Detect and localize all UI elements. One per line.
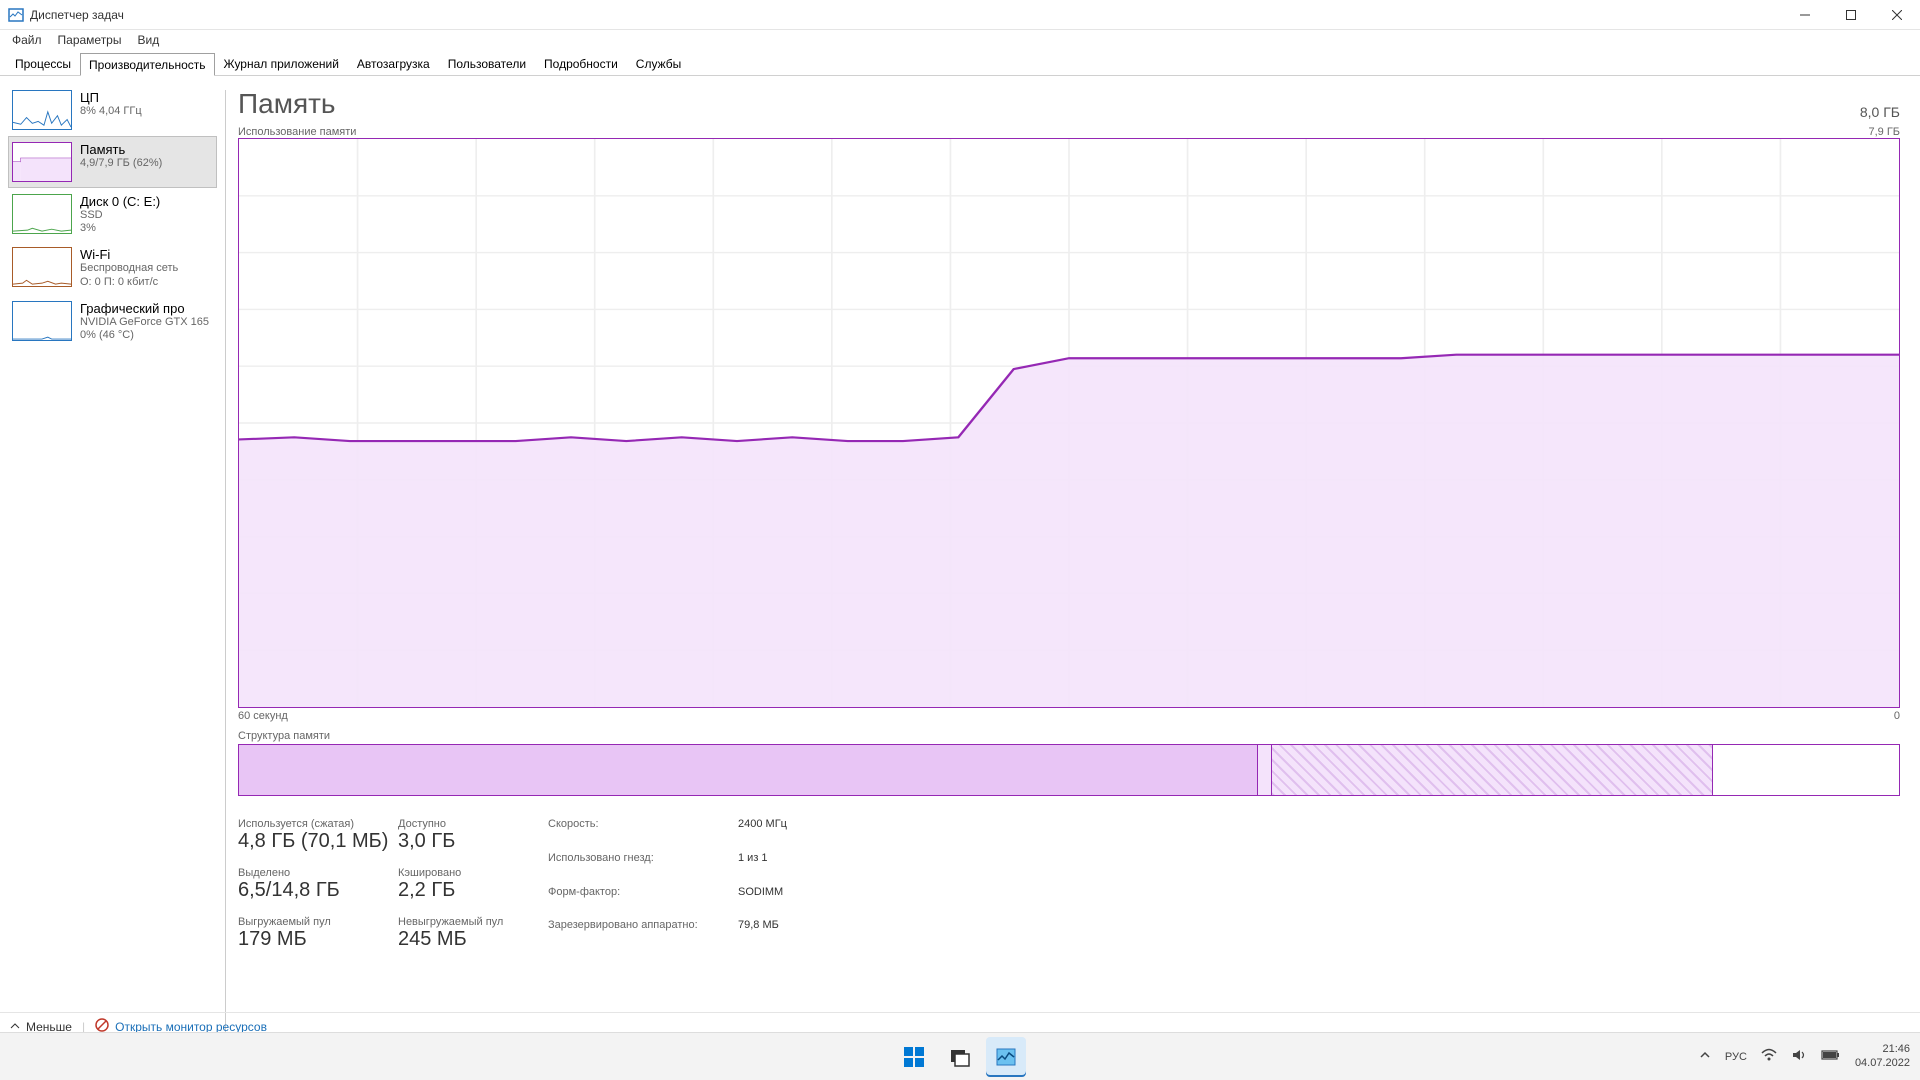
sidebar-item-gpu[interactable]: Графический про NVIDIA GeForce GTX 165 0… xyxy=(8,295,217,348)
stat-in-use-label: Используется (сжатая) xyxy=(238,818,398,830)
chart-top-right-label: 7,9 ГБ xyxy=(1868,126,1900,138)
language-indicator[interactable]: РУС xyxy=(1725,1051,1747,1063)
stat-reserved-label: Зарезервировано аппаратно: xyxy=(548,919,738,951)
menu-file[interactable]: Файл xyxy=(4,30,50,52)
clock[interactable]: 21:46 04.07.2022 xyxy=(1855,1043,1910,1069)
stat-in-use: 4,8 ГБ (70,1 МБ) xyxy=(238,830,398,853)
stat-speed: 2400 МГц xyxy=(738,818,818,850)
content: ЦП 8% 4,04 ГГц Память 4,9/7,9 ГБ (62%) Д… xyxy=(0,76,1920,1056)
chart-bottom-right-label: 0 xyxy=(1894,710,1900,722)
disk-thumbnail xyxy=(12,194,72,234)
main-panel: Память 8,0 ГБ Использование памяти 7,9 Г… xyxy=(226,76,1920,1056)
wifi-icon[interactable] xyxy=(1761,1047,1777,1066)
close-button[interactable] xyxy=(1874,0,1920,30)
chart-bottom-left-label: 60 секунд xyxy=(238,710,288,722)
tab-users[interactable]: Пользователи xyxy=(439,52,535,75)
gpu-sub1: NVIDIA GeForce GTX 165 xyxy=(80,316,209,329)
tab-performance[interactable]: Производительность xyxy=(80,53,214,76)
stat-cached: 2,2 ГБ xyxy=(398,879,528,902)
tab-details[interactable]: Подробности xyxy=(535,52,627,75)
stat-paged-label: Выгружаемый пул xyxy=(238,916,398,928)
gpu-label: Графический про xyxy=(80,301,209,316)
sidebar-item-wifi[interactable]: Wi-Fi Беспроводная сеть О: 0 П: 0 кбит/с xyxy=(8,241,217,294)
cpu-label: ЦП xyxy=(80,90,142,105)
time: 21:46 xyxy=(1855,1043,1910,1056)
minimize-button[interactable] xyxy=(1782,0,1828,30)
composition-label: Структура памяти xyxy=(238,730,1900,742)
menu-options[interactable]: Параметры xyxy=(50,30,130,52)
disk-sub1: SSD xyxy=(80,209,160,222)
disk-label: Диск 0 (C: E:) xyxy=(80,194,160,209)
wifi-thumbnail xyxy=(12,247,72,287)
composition-segment xyxy=(1258,745,1271,795)
stat-available-label: Доступно xyxy=(398,818,528,830)
tab-processes[interactable]: Процессы xyxy=(6,52,80,75)
maximize-button[interactable] xyxy=(1828,0,1874,30)
stat-paged: 179 МБ xyxy=(238,928,398,951)
titlebar: Диспетчер задач xyxy=(0,0,1920,30)
stat-nonpaged-label: Невыгружаемый пул xyxy=(398,916,528,928)
stat-reserved: 79,8 МБ xyxy=(738,919,818,951)
wifi-sub2: О: 0 П: 0 кбит/с xyxy=(80,276,178,289)
stat-speed-label: Скорость: xyxy=(548,818,738,850)
chevron-up-icon[interactable] xyxy=(1699,1049,1711,1064)
volume-icon[interactable] xyxy=(1791,1047,1807,1066)
composition-segment xyxy=(1713,745,1899,795)
tabstrip: Процессы Производительность Журнал прило… xyxy=(0,52,1920,76)
tab-app-history[interactable]: Журнал приложений xyxy=(215,52,348,75)
menubar: Файл Параметры Вид xyxy=(0,30,1920,52)
page-title: Память xyxy=(238,88,336,120)
sidebar-item-disk[interactable]: Диск 0 (C: E:) SSD 3% xyxy=(8,188,217,241)
stat-form-label: Форм-фактор: xyxy=(548,886,738,918)
memory-sub: 4,9/7,9 ГБ (62%) xyxy=(80,157,162,170)
chart-top-left-label: Использование памяти xyxy=(238,126,356,138)
composition-segment xyxy=(1272,745,1714,795)
sidebar-item-memory[interactable]: Память 4,9/7,9 ГБ (62%) xyxy=(8,136,217,188)
memory-label: Память xyxy=(80,142,162,157)
start-button[interactable] xyxy=(894,1037,934,1077)
tab-startup[interactable]: Автозагрузка xyxy=(348,52,439,75)
memory-composition[interactable] xyxy=(238,744,1900,796)
stats: Используется (сжатая) 4,8 ГБ (70,1 МБ) Д… xyxy=(238,818,1900,951)
stat-slots: 1 из 1 xyxy=(738,852,818,884)
sidebar: ЦП 8% 4,04 ГГц Память 4,9/7,9 ГБ (62%) Д… xyxy=(0,76,225,1056)
page-capacity: 8,0 ГБ xyxy=(1860,104,1900,120)
stat-available: 3,0 ГБ xyxy=(398,830,528,853)
taskbar[interactable]: РУС 21:46 04.07.2022 xyxy=(0,1032,1920,1080)
stat-cached-label: Кэшировано xyxy=(398,867,528,879)
window-title: Диспетчер задач xyxy=(30,8,1782,22)
date: 04.07.2022 xyxy=(1855,1057,1910,1070)
composition-segment xyxy=(239,745,1258,795)
wifi-sub1: Беспроводная сеть xyxy=(80,262,178,275)
cpu-sub: 8% 4,04 ГГц xyxy=(80,105,142,118)
stat-committed-label: Выделено xyxy=(238,867,398,879)
gpu-thumbnail xyxy=(12,301,72,341)
wifi-label: Wi-Fi xyxy=(80,247,178,262)
stat-form: SODIMM xyxy=(738,886,818,918)
stat-committed: 6,5/14,8 ГБ xyxy=(238,879,398,902)
memory-chart[interactable] xyxy=(238,138,1900,708)
task-view-button[interactable] xyxy=(940,1037,980,1077)
tab-services[interactable]: Службы xyxy=(627,52,690,75)
battery-icon[interactable] xyxy=(1821,1049,1841,1064)
systray[interactable]: РУС 21:46 04.07.2022 xyxy=(1699,1043,1910,1069)
taskmgr-taskbar-icon[interactable] xyxy=(986,1037,1026,1077)
gpu-sub2: 0% (46 °C) xyxy=(80,329,209,342)
stat-nonpaged: 245 МБ xyxy=(398,928,528,951)
sidebar-item-cpu[interactable]: ЦП 8% 4,04 ГГц xyxy=(8,84,217,136)
app-icon xyxy=(8,7,24,23)
stat-slots-label: Использовано гнезд: xyxy=(548,852,738,884)
disk-sub2: 3% xyxy=(80,222,160,235)
menu-view[interactable]: Вид xyxy=(129,30,167,52)
cpu-thumbnail xyxy=(12,90,72,130)
memory-thumbnail xyxy=(12,142,72,182)
